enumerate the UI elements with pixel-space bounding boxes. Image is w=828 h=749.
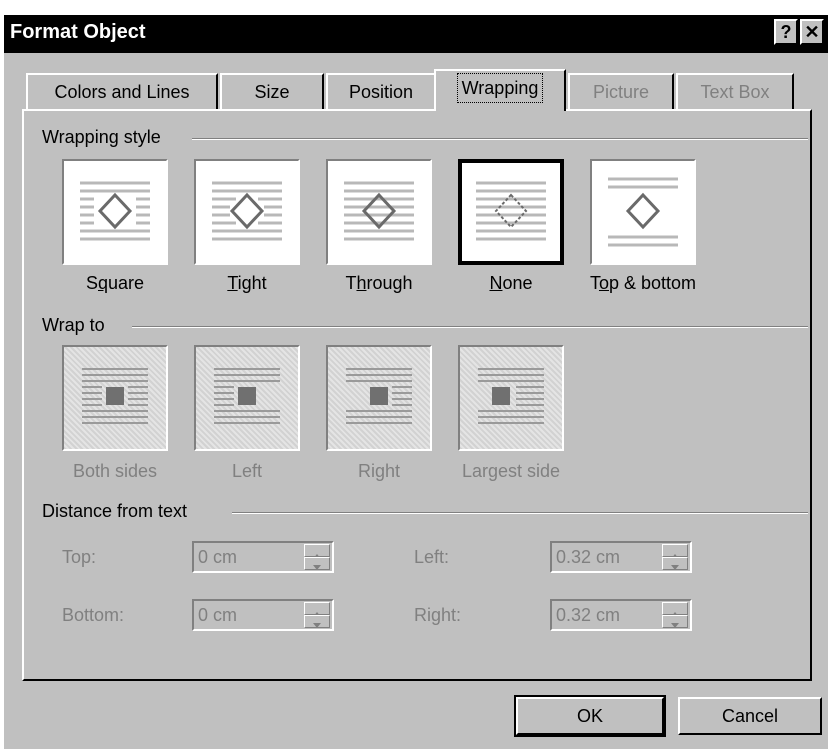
spin-down-icon[interactable] (304, 557, 330, 570)
wrap-through-icon (344, 181, 414, 241)
wrap-through-label: Through (345, 273, 413, 293)
dialog-title: Format Object (10, 21, 146, 43)
wrap-to-group: Wrap to (42, 315, 808, 337)
wrap-both-sides-option[interactable] (62, 345, 168, 451)
ok-button[interactable]: OK (514, 695, 666, 737)
help-icon: ? (780, 22, 792, 42)
spinner-arrows[interactable] (304, 544, 330, 570)
tab-size[interactable]: Size (220, 73, 324, 109)
wrap-top-bottom-option[interactable] (590, 159, 696, 265)
tab-label: Wrapping (456, 73, 544, 103)
spin-down-icon[interactable] (662, 615, 688, 628)
wrap-none-label: None (489, 273, 533, 293)
wrapping-panel: Wrapping style Square Tight Through None… (22, 109, 812, 681)
tab-label: Colors and Lines (54, 82, 190, 102)
tab-label: Size (254, 82, 290, 102)
wrap-square-label: Square (85, 273, 145, 293)
wrap-square-icon (80, 181, 150, 241)
left-distance-label: Left: (414, 547, 450, 567)
right-distance-label: Right: (414, 605, 462, 625)
tab-position[interactable]: Position (326, 73, 436, 109)
wrap-tight-label: Tight (227, 273, 267, 293)
wrap-largest-side-option[interactable] (458, 345, 564, 451)
distance-from-text-group: Distance from text (42, 501, 808, 523)
group-divider (192, 138, 808, 140)
wrap-largest-side-icon (478, 368, 544, 424)
spin-up-icon[interactable] (304, 544, 330, 559)
wrap-left-option[interactable] (194, 345, 300, 451)
group-heading: Wrap to (42, 315, 113, 336)
group-heading: Wrapping style (42, 127, 169, 148)
tab-wrapping[interactable]: Wrapping (434, 69, 566, 111)
tab-picture[interactable]: Picture (568, 73, 674, 109)
wrap-tight-option[interactable] (194, 159, 300, 265)
cancel-button[interactable]: Cancel (678, 697, 822, 735)
bottom-distance-input[interactable]: 0 cm (198, 605, 237, 626)
wrap-top-bottom-label: Top & bottom (589, 273, 697, 293)
group-divider (132, 326, 808, 328)
close-button[interactable]: ✕ (800, 19, 824, 45)
wrap-left-icon (214, 368, 280, 424)
spin-down-icon[interactable] (662, 557, 688, 570)
wrap-none-option[interactable] (458, 159, 564, 265)
group-divider (232, 512, 808, 514)
top-distance-spinner[interactable]: 0 cm (192, 541, 334, 573)
wrap-top-bottom-icon (608, 177, 678, 247)
tab-label: Position (348, 82, 414, 102)
wrap-right-icon (346, 368, 412, 424)
wrap-largest-side-label: Largest side (461, 461, 561, 481)
top-distance-label: Top: (62, 547, 97, 567)
wrap-both-sides-label: Both sides (72, 461, 158, 481)
right-distance-spinner[interactable]: 0.32 cm (550, 599, 692, 631)
wrap-right-option[interactable] (326, 345, 432, 451)
format-object-dialog: Format Object ? ✕ Colors and Lines Size … (4, 15, 828, 749)
wrap-through-option[interactable] (326, 159, 432, 265)
close-icon: ✕ (804, 22, 820, 42)
right-distance-input[interactable]: 0.32 cm (556, 605, 620, 626)
group-heading: Distance from text (42, 501, 196, 522)
spin-up-icon[interactable] (662, 602, 688, 617)
wrapping-style-group: Wrapping style (42, 127, 808, 149)
help-button[interactable]: ? (774, 19, 798, 45)
tab-label: Picture (592, 82, 650, 102)
wrap-left-label: Left (231, 461, 263, 481)
spin-up-icon[interactable] (662, 544, 688, 559)
left-distance-input[interactable]: 0.32 cm (556, 547, 620, 568)
wrap-tight-icon (212, 181, 282, 241)
spinner-arrows[interactable] (662, 544, 688, 570)
spinner-arrows[interactable] (662, 602, 688, 628)
spin-up-icon[interactable] (304, 602, 330, 617)
spinner-arrows[interactable] (304, 602, 330, 628)
wrap-both-sides-icon (82, 368, 148, 424)
bottom-distance-spinner[interactable]: 0 cm (192, 599, 334, 631)
title-bar[interactable]: Format Object ? ✕ (4, 15, 828, 53)
tab-text-box[interactable]: Text Box (676, 73, 794, 109)
wrap-square-option[interactable] (62, 159, 168, 265)
top-distance-input[interactable]: 0 cm (198, 547, 237, 568)
bottom-distance-label: Bottom: (62, 605, 125, 625)
tab-label: Text Box (700, 82, 770, 102)
wrap-right-label: Right (357, 461, 401, 481)
wrap-none-icon (476, 181, 546, 241)
tab-colors-and-lines[interactable]: Colors and Lines (26, 73, 218, 109)
spin-down-icon[interactable] (304, 615, 330, 628)
left-distance-spinner[interactable]: 0.32 cm (550, 541, 692, 573)
